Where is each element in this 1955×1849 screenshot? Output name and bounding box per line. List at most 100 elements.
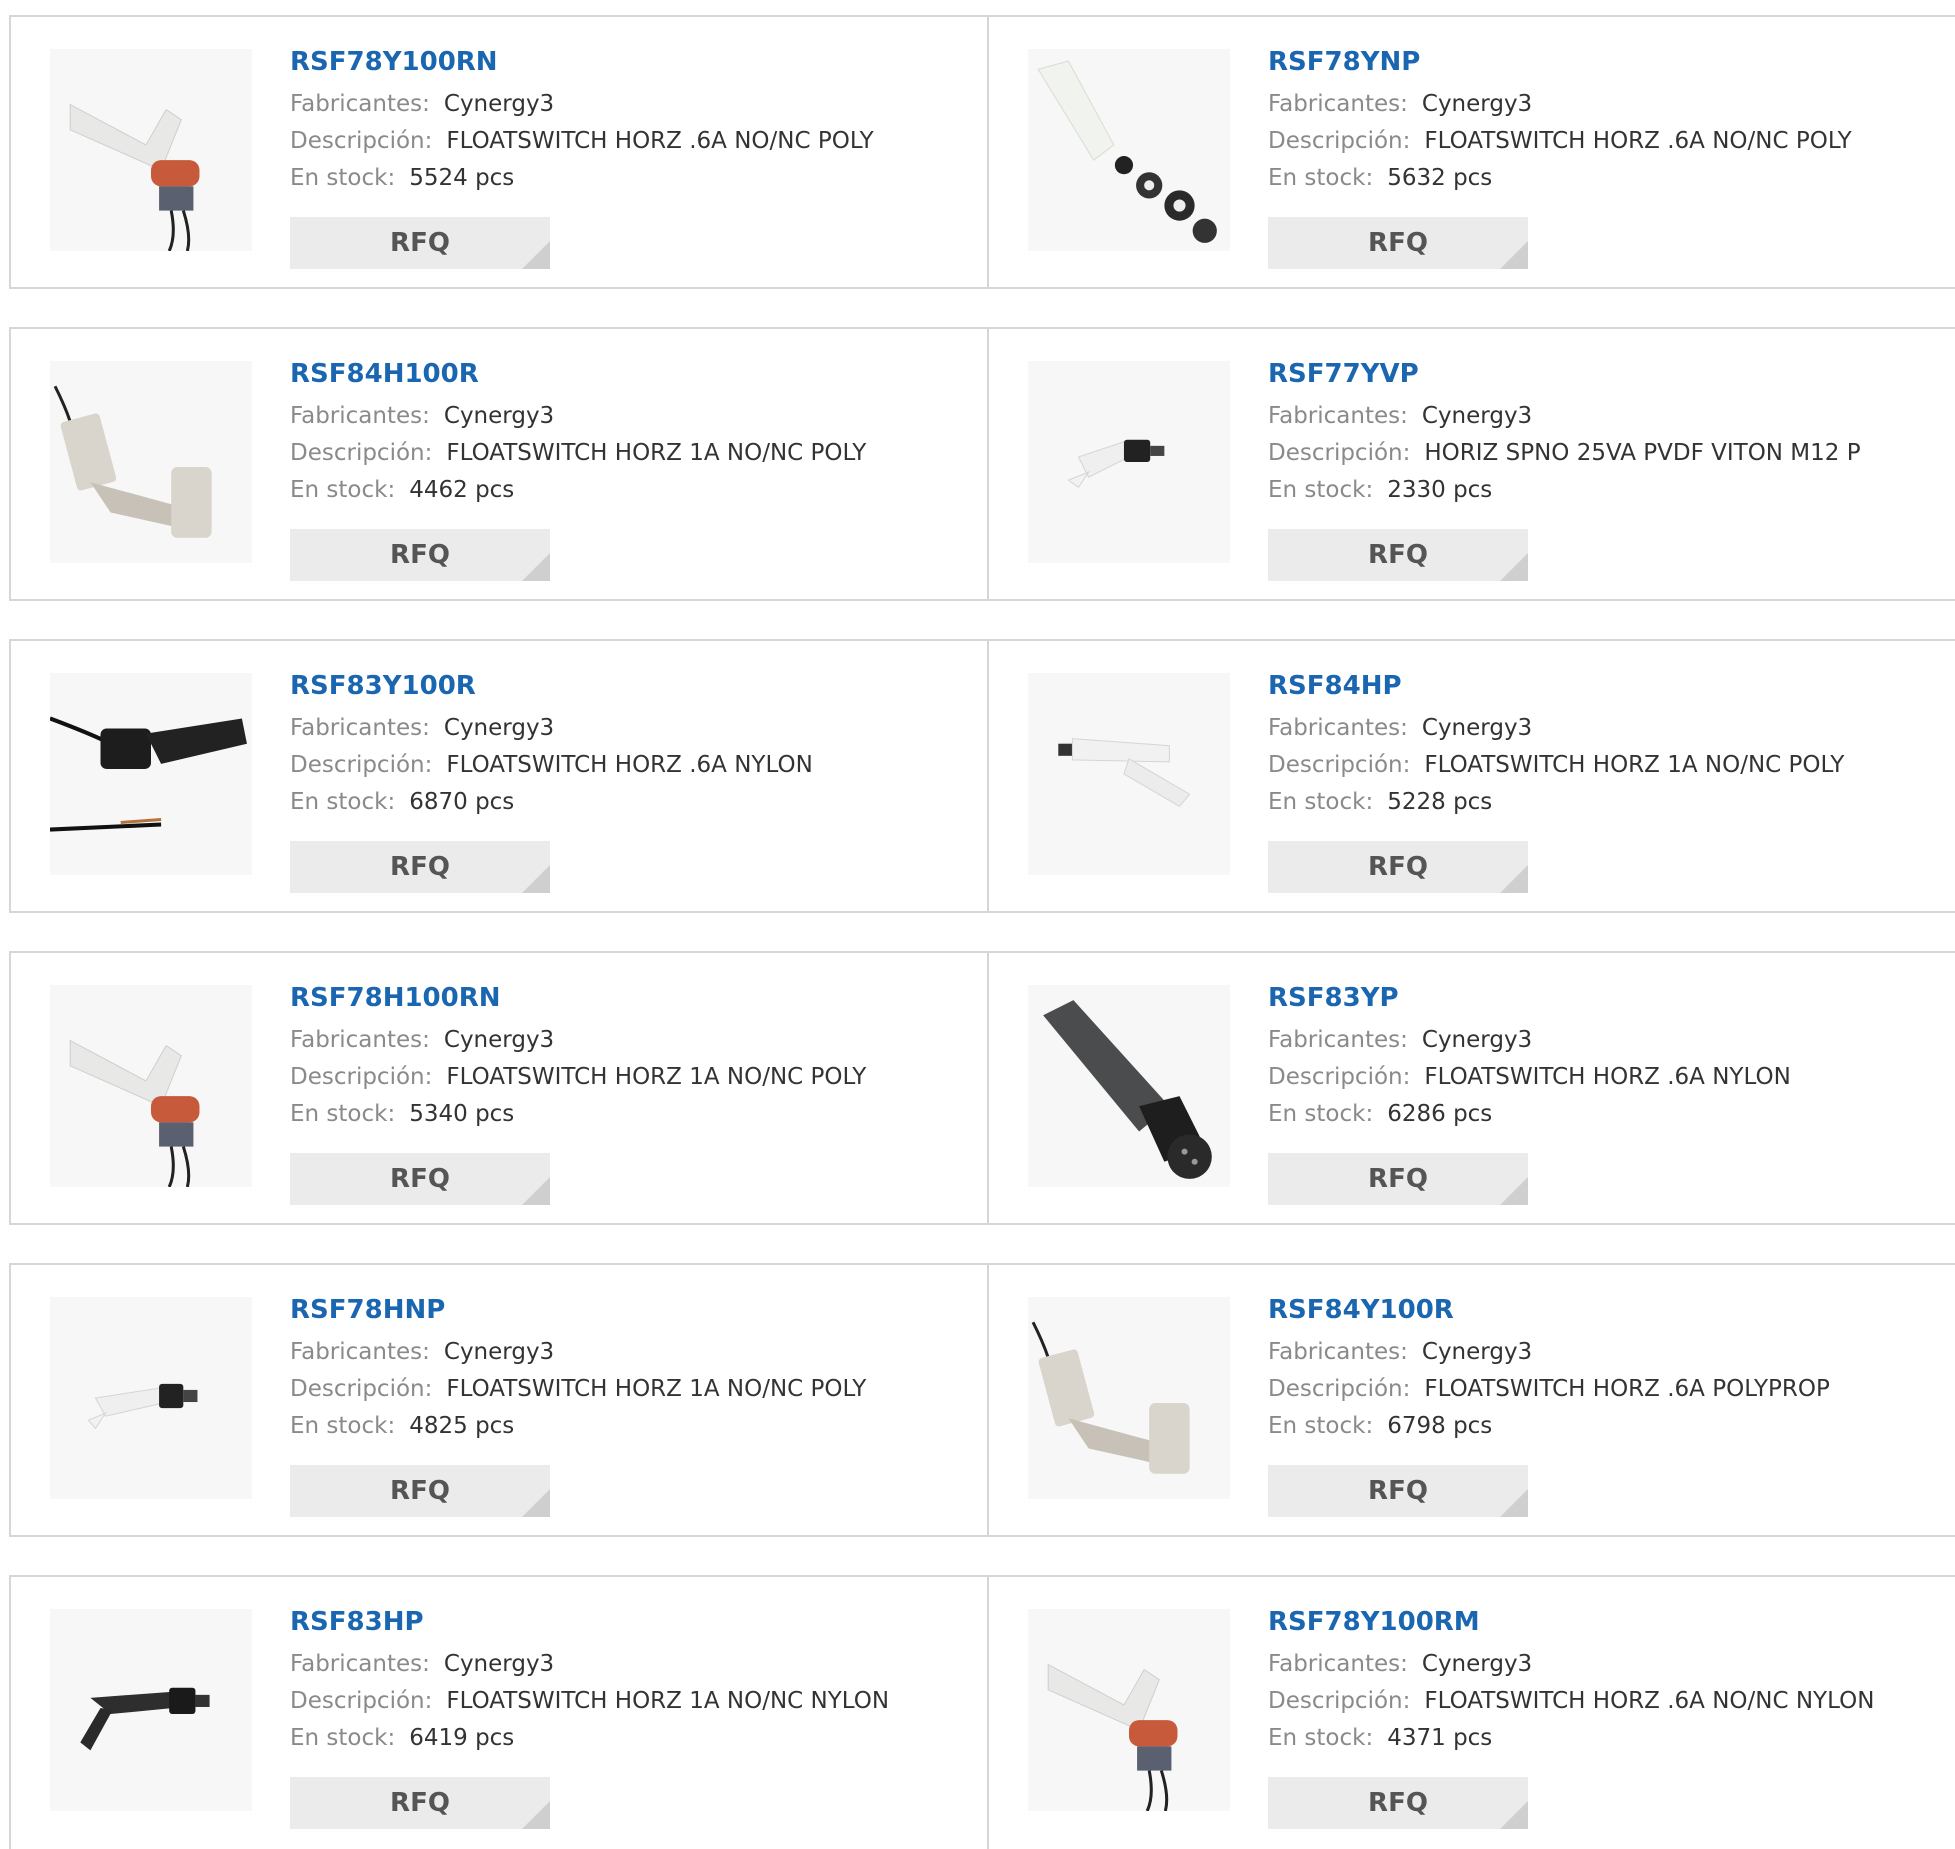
manufacturer-value: Cynergy3	[443, 1027, 555, 1053]
rfq-button[interactable]: RFQ	[1268, 1153, 1528, 1205]
manufacturer-label: Fabricantes:	[290, 1651, 430, 1677]
rfq-button[interactable]: RFQ	[1268, 1777, 1528, 1829]
stock-value: 6286 pcs	[1387, 1101, 1493, 1127]
description-field: Descripción: FLOATSWITCH HORZ .6A POLYPRO…	[1268, 1371, 1830, 1408]
rfq-button[interactable]: RFQ	[1268, 529, 1528, 581]
float-switch-beige-icon[interactable]	[1028, 1297, 1230, 1499]
manufacturer-field: Fabricantes: Cynergy3	[290, 710, 813, 747]
float-switch-small-white-icon[interactable]	[1028, 361, 1230, 563]
description-label: Descripción:	[290, 1688, 433, 1714]
description-value: FLOATSWITCH HORZ .6A NO/NC NYLON	[1424, 1688, 1875, 1714]
rfq-button[interactable]: RFQ	[1268, 1465, 1528, 1517]
rfq-label: RFQ	[390, 1164, 450, 1194]
float-switch-black-wired-icon[interactable]	[50, 673, 252, 875]
part-number-link[interactable]: RSF77YVP	[1268, 357, 1861, 391]
rfq-label: RFQ	[1368, 1164, 1428, 1194]
description-value: FLOATSWITCH HORZ 1A NO/NC POLY	[446, 440, 867, 466]
description-label: Descripción:	[290, 1064, 433, 1090]
stock-value: 6870 pcs	[409, 789, 515, 815]
product-card: RSF77YVP Fabricantes: Cynergy3 Descripció…	[989, 329, 1955, 599]
stock-label: En stock:	[290, 165, 396, 191]
description-field: Descripción: FLOATSWITCH HORZ .6A NO/NC P…	[290, 123, 874, 160]
rfq-button[interactable]: RFQ	[290, 1777, 550, 1829]
manufacturer-value: Cynergy3	[1421, 1027, 1533, 1053]
float-switch-beige-icon[interactable]	[50, 361, 252, 563]
rfq-label: RFQ	[1368, 1788, 1428, 1818]
stock-field: En stock: 6419 pcs	[290, 1720, 889, 1757]
description-value: FLOATSWITCH HORZ 1A NO/NC POLY	[446, 1376, 867, 1402]
part-number-link[interactable]: RSF83HP	[290, 1605, 889, 1639]
part-number-link[interactable]: RSF78Y100RM	[1268, 1605, 1874, 1639]
manufacturer-field: Fabricantes: Cynergy3	[290, 86, 874, 123]
manufacturer-value: Cynergy3	[443, 91, 555, 117]
manufacturer-value: Cynergy3	[443, 1339, 555, 1365]
description-field: Descripción: FLOATSWITCH HORZ .6A NYLON	[1268, 1059, 1791, 1096]
description-label: Descripción:	[290, 1376, 433, 1402]
stock-value: 4462 pcs	[409, 477, 515, 503]
float-switch-small-black-icon[interactable]	[50, 1609, 252, 1811]
product-card: RSF84HP Fabricantes: Cynergy3 Descripción…	[989, 641, 1955, 911]
description-label: Descripción:	[1268, 440, 1411, 466]
corner-triangle-icon	[1500, 865, 1528, 893]
stock-field: En stock: 6870 pcs	[290, 784, 813, 821]
stock-field: En stock: 4371 pcs	[1268, 1720, 1874, 1757]
stock-value: 4371 pcs	[1387, 1725, 1493, 1751]
part-number-link[interactable]: RSF78HNP	[290, 1293, 866, 1327]
manufacturer-field: Fabricantes: Cynergy3	[1268, 398, 1861, 435]
float-switch-red-gasket-icon[interactable]	[50, 985, 252, 1187]
part-number-link[interactable]: RSF84HP	[1268, 669, 1844, 703]
stock-value: 5228 pcs	[1387, 789, 1493, 815]
part-number-link[interactable]: RSF78H100RN	[290, 981, 866, 1015]
stock-label: En stock:	[290, 789, 396, 815]
description-value: FLOATSWITCH HORZ 1A NO/NC POLY	[1424, 752, 1845, 778]
stock-value: 4825 pcs	[409, 1413, 515, 1439]
corner-triangle-icon	[522, 1177, 550, 1205]
stock-field: En stock: 5524 pcs	[290, 160, 874, 197]
float-switch-black-connector-icon[interactable]	[1028, 985, 1230, 1187]
description-field: Descripción: FLOATSWITCH HORZ 1A NO/NC PO…	[290, 435, 866, 472]
part-number-link[interactable]: RSF78YNP	[1268, 45, 1852, 79]
manufacturer-value: Cynergy3	[1421, 715, 1533, 741]
description-label: Descripción:	[1268, 1688, 1411, 1714]
stock-value: 6798 pcs	[1387, 1413, 1493, 1439]
float-switch-exploded-parts-icon[interactable]	[1028, 49, 1230, 251]
float-switch-red-gasket-icon[interactable]	[1028, 1609, 1230, 1811]
rfq-label: RFQ	[1368, 852, 1428, 882]
manufacturer-label: Fabricantes:	[1268, 715, 1408, 741]
stock-label: En stock:	[1268, 477, 1374, 503]
description-value: FLOATSWITCH HORZ 1A NO/NC POLY	[446, 1064, 867, 1090]
float-switch-small-white-icon[interactable]	[50, 1297, 252, 1499]
description-label: Descripción:	[290, 752, 433, 778]
part-number-link[interactable]: RSF78Y100RN	[290, 45, 874, 79]
description-value: FLOATSWITCH HORZ .6A NYLON	[1424, 1064, 1791, 1090]
rfq-button[interactable]: RFQ	[290, 1153, 550, 1205]
description-value: HORIZ SPNO 25VA PVDF VITON M12 P	[1424, 440, 1861, 466]
rfq-button[interactable]: RFQ	[290, 529, 550, 581]
rfq-button[interactable]: RFQ	[290, 841, 550, 893]
stock-field: En stock: 5632 pcs	[1268, 160, 1852, 197]
rfq-button[interactable]: RFQ	[1268, 841, 1528, 893]
rfq-button[interactable]: RFQ	[290, 1465, 550, 1517]
product-row: RSF83HP Fabricantes: Cynergy3 Descripción…	[9, 1575, 1955, 1849]
float-switch-red-gasket-icon[interactable]	[50, 49, 252, 251]
description-field: Descripción: FLOATSWITCH HORZ 1A NO/NC PO…	[290, 1371, 866, 1408]
product-card: RSF78Y100RN Fabricantes: Cynergy3 Descrip…	[11, 17, 987, 287]
rfq-label: RFQ	[390, 228, 450, 258]
part-number-link[interactable]: RSF83Y100R	[290, 669, 813, 703]
float-switch-small-white-icon[interactable]	[1028, 673, 1230, 875]
part-number-link[interactable]: RSF83YP	[1268, 981, 1791, 1015]
description-label: Descripción:	[1268, 1064, 1411, 1090]
manufacturer-value: Cynergy3	[443, 715, 555, 741]
rfq-button[interactable]: RFQ	[290, 217, 550, 269]
description-field: Descripción: FLOATSWITCH HORZ 1A NO/NC NY…	[290, 1683, 889, 1720]
rfq-button[interactable]: RFQ	[1268, 217, 1528, 269]
part-number-link[interactable]: RSF84H100R	[290, 357, 866, 391]
manufacturer-label: Fabricantes:	[290, 1339, 430, 1365]
manufacturer-value: Cynergy3	[1421, 403, 1533, 429]
manufacturer-label: Fabricantes:	[1268, 91, 1408, 117]
manufacturer-field: Fabricantes: Cynergy3	[290, 398, 866, 435]
stock-value: 5524 pcs	[409, 165, 515, 191]
product-card: RSF83HP Fabricantes: Cynergy3 Descripción…	[11, 1577, 987, 1849]
rfq-label: RFQ	[390, 540, 450, 570]
part-number-link[interactable]: RSF84Y100R	[1268, 1293, 1830, 1327]
